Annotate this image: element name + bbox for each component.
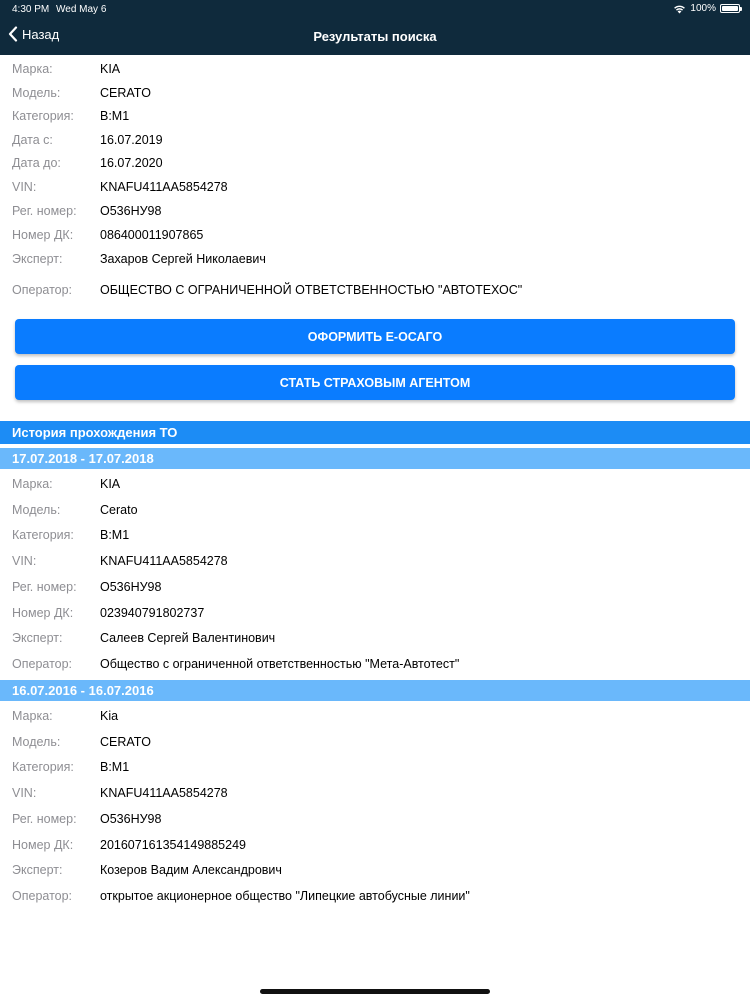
history-row: Рег. номер: О536НУ98 <box>0 580 750 600</box>
detail-label: Рег. номер: <box>12 204 77 218</box>
detail-label: Оператор: <box>12 283 73 297</box>
detail-label: Дата до: <box>12 156 61 170</box>
history-label: Оператор: <box>12 657 73 671</box>
status-bar: 4:30 PM Wed May 6 100% <box>0 0 750 18</box>
history-label: Эксперт: <box>12 631 63 645</box>
detail-row: Марка: KIA <box>0 62 750 82</box>
detail-row: Оператор: ОБЩЕСТВО С ОГРАНИЧЕННОЙ ОТВЕТС… <box>0 283 750 303</box>
history-row: Эксперт: Салеев Сергей Валентинович <box>0 631 750 651</box>
detail-value: ОБЩЕСТВО С ОГРАНИЧЕННОЙ ОТВЕТСТВЕННОСТЬЮ… <box>100 283 523 297</box>
detail-label: VIN: <box>12 180 37 194</box>
battery-percent: 100% <box>690 3 716 14</box>
history-value: открытое акционерное общество "Липецкие … <box>100 889 470 903</box>
history-label: Рег. номер: <box>12 580 77 594</box>
history-value: KNAFU411AA5854278 <box>100 554 228 568</box>
detail-value: 086400011907865 <box>100 228 204 242</box>
history-value: Салеев Сергей Валентинович <box>100 631 276 645</box>
history-label: VIN: <box>12 554 37 568</box>
history-row: VIN: KNAFU411AA5854278 <box>0 786 750 806</box>
history-value: Общество с ограниченной ответственностью… <box>100 657 460 671</box>
history-row: Категория: B:M1 <box>0 760 750 780</box>
history-row: Модель: Cerato <box>0 503 750 523</box>
detail-row: Рег. номер: О536НУ98 <box>0 204 750 224</box>
history-row: Марка: Kia <box>0 709 750 729</box>
history-value: KNAFU411AA5854278 <box>100 786 228 800</box>
detail-row: Номер ДК: 086400011907865 <box>0 228 750 248</box>
home-indicator <box>260 989 490 994</box>
battery-icon <box>720 4 742 13</box>
history-value: Cerato <box>100 503 138 517</box>
become-agent-button[interactable]: СТАТЬ СТРАХОВЫМ АГЕНТОМ <box>15 365 735 400</box>
detail-value: CERATO <box>100 86 151 100</box>
detail-label: Эксперт: <box>12 252 63 266</box>
history-value: 20160716135414988524​9 <box>100 838 246 852</box>
detail-row: Эксперт: Захаров Сергей Николаевич <box>0 252 750 272</box>
history-row: Марка: KIA <box>0 477 750 497</box>
history-value: Kia <box>100 709 119 723</box>
history-label: Модель: <box>12 735 61 749</box>
history-label: Марка: <box>12 709 53 723</box>
detail-label: Номер ДК: <box>12 228 74 242</box>
history-label: Оператор: <box>12 889 73 903</box>
history-value: 023940791802737 <box>100 606 205 620</box>
history-value: О536НУ98 <box>100 812 162 826</box>
wifi-icon <box>674 5 686 13</box>
detail-value: B:M1 <box>100 109 130 123</box>
detail-value: О536НУ98 <box>100 204 162 218</box>
detail-value: 16.07.2020 <box>100 156 163 170</box>
detail-row: Категория: B:M1 <box>0 109 750 129</box>
eosago-button[interactable]: ОФОРМИТЬ Е-ОСАГО <box>15 319 735 354</box>
detail-value: KIA <box>100 62 121 76</box>
detail-label: Категория: <box>12 109 74 123</box>
navigation-bar: Назад Результаты поиска <box>0 18 750 55</box>
detail-label: Модель: <box>12 86 61 100</box>
history-value: B:M1 <box>100 528 130 542</box>
status-right: 100% <box>673 3 742 14</box>
history-row: Категория: B:M1 <box>0 528 750 548</box>
history-row: Оператор: Общество с ограниченной ответс… <box>0 657 750 677</box>
history-row: VIN: KNAFU411AA5854278 <box>0 554 750 574</box>
history-value: CERATO <box>100 735 151 749</box>
status-time: 4:30 PM <box>12 4 50 15</box>
history-row: Оператор: открытое акционерное общество … <box>0 889 750 909</box>
status-date: Wed May 6 <box>56 4 107 15</box>
history-period-header: 17.07.2018 - 17.07.2018 <box>0 448 750 469</box>
page-title: Результаты поиска <box>313 29 437 44</box>
history-label: Категория: <box>12 760 74 774</box>
history-label: Номер ДК: <box>12 606 74 620</box>
history-value: KIA <box>100 477 121 491</box>
history-value: О536НУ98 <box>100 580 162 594</box>
history-row: Эксперт: Козеров Вадим Александрович <box>0 863 750 883</box>
detail-label: Дата с: <box>12 133 53 147</box>
history-row: Модель: CERATO <box>0 735 750 755</box>
history-label: Рег. номер: <box>12 812 77 826</box>
history-value: B:M1 <box>100 760 130 774</box>
history-label: Категория: <box>12 528 74 542</box>
detail-label: Марка: <box>12 62 53 76</box>
history-label: Номер ДК: <box>12 838 74 852</box>
history-value: Козеров Вадим Александрович <box>100 863 282 877</box>
history-label: VIN: <box>12 786 37 800</box>
detail-value: Захаров Сергей Николаевич <box>100 252 266 266</box>
history-label: Эксперт: <box>12 863 63 877</box>
detail-value: KNAFU411AA5854278 <box>100 180 228 194</box>
history-row: Номер ДК: 023940791802737 <box>0 606 750 626</box>
detail-row: Дата до: 16.07.2020 <box>0 156 750 176</box>
detail-value: 16.07.2019 <box>100 133 163 147</box>
history-label: Марка: <box>12 477 53 491</box>
detail-row: Модель: CERATO <box>0 86 750 106</box>
history-row: Рег. номер: О536НУ98 <box>0 812 750 832</box>
detail-row: VIN: KNAFU411AA5854278 <box>0 180 750 200</box>
history-period-header: 16.07.2016 - 16.07.2016 <box>0 680 750 701</box>
detail-row: Дата с: 16.07.2019 <box>0 133 750 153</box>
history-row: Номер ДК: 20160716135414988524​9 <box>0 838 750 858</box>
history-label: Модель: <box>12 503 61 517</box>
history-header: История прохождения ТО <box>0 421 750 444</box>
